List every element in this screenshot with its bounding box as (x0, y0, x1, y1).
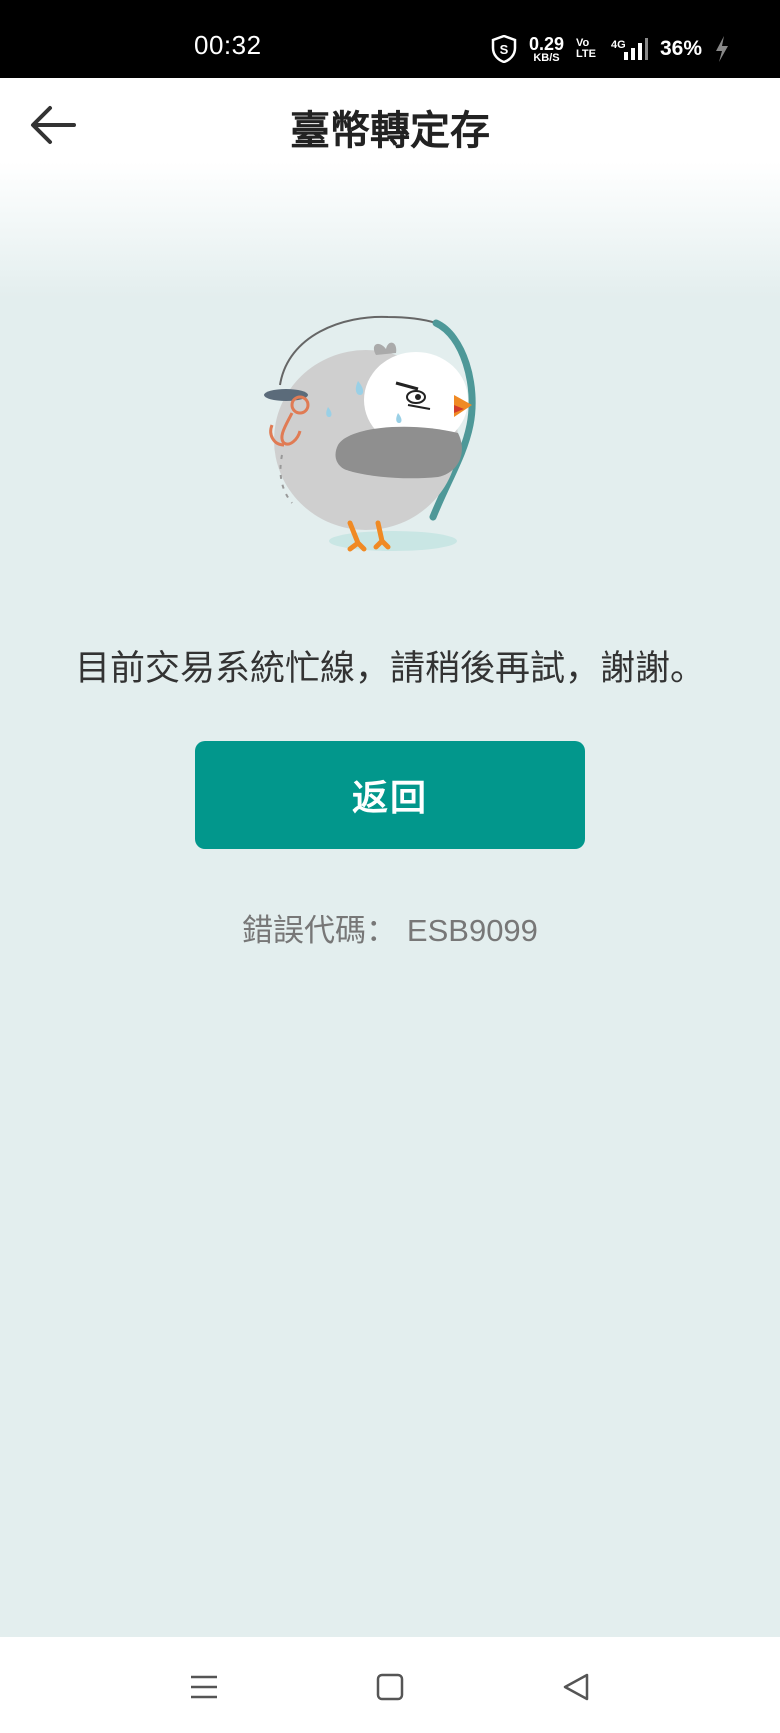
system-back-button[interactable] (556, 1667, 596, 1707)
error-message: 目前交易系統忙線，請稍後再試，謝謝。 (74, 649, 705, 689)
recent-apps-button[interactable] (184, 1667, 224, 1707)
busy-bird-illustration (258, 305, 508, 557)
status-bar: 00:32 S 0.29 KB/S Vo LTE 4G 36% (0, 0, 780, 78)
error-code-label: 錯誤代碼： (242, 913, 398, 949)
status-icons: S 0.29 KB/S Vo LTE 4G 36% (491, 32, 730, 66)
battery-percentage: 36% (659, 37, 702, 60)
volte-bottom: LTE (576, 48, 596, 60)
signal-icon: 4G (608, 36, 648, 62)
svg-text:S: S (500, 42, 509, 57)
network-speed-unit: KB/S (533, 51, 560, 64)
volte-indicator: Vo LTE (576, 38, 596, 60)
network-speed: 0.29 KB/S (529, 35, 564, 64)
triangle-back-icon (563, 1673, 589, 1701)
status-time: 00:32 (194, 30, 262, 60)
home-button[interactable] (370, 1667, 410, 1707)
shield-icon: S (491, 35, 517, 63)
error-code: 錯誤代碼： ESB9099 (0, 905, 780, 950)
network-type: 4G (611, 39, 626, 51)
charging-icon (714, 35, 730, 63)
square-home-icon (376, 1673, 404, 1701)
return-button[interactable]: 返回 (195, 741, 585, 849)
network-speed-value: 0.29 (528, 33, 564, 54)
system-nav-bar (0, 1637, 780, 1733)
error-code-value: ESB9099 (406, 913, 538, 948)
page-title: 臺幣轉定存 (290, 108, 490, 154)
menu-icon (191, 1675, 217, 1699)
